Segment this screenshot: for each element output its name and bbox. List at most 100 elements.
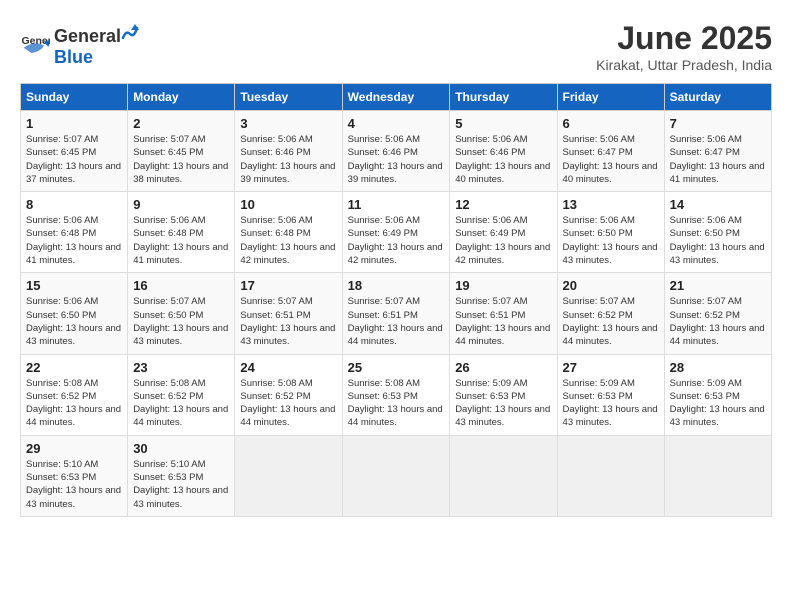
day-info: Sunrise: 5:07 AMSunset: 6:45 PMDaylight:… — [133, 134, 228, 185]
day-number: 16 — [133, 278, 229, 293]
day-info: Sunrise: 5:10 AMSunset: 6:53 PMDaylight:… — [133, 459, 228, 510]
calendar-table: SundayMondayTuesdayWednesdayThursdayFrid… — [20, 83, 772, 517]
day-number: 15 — [26, 278, 122, 293]
day-info: Sunrise: 5:08 AMSunset: 6:52 PMDaylight:… — [240, 378, 335, 429]
day-info: Sunrise: 5:06 AMSunset: 6:50 PMDaylight:… — [26, 296, 121, 347]
day-number: 19 — [455, 278, 551, 293]
day-info: Sunrise: 5:07 AMSunset: 6:52 PMDaylight:… — [670, 296, 765, 347]
day-number: 28 — [670, 360, 766, 375]
day-number: 10 — [240, 197, 336, 212]
day-info: Sunrise: 5:07 AMSunset: 6:52 PMDaylight:… — [563, 296, 658, 347]
calendar-cell: 20 Sunrise: 5:07 AMSunset: 6:52 PMDaylig… — [557, 273, 664, 354]
calendar-cell: 17 Sunrise: 5:07 AMSunset: 6:51 PMDaylig… — [235, 273, 342, 354]
header: General General Blue June 2025 Kirakat, … — [20, 20, 772, 73]
weekday-header-sunday: Sunday — [21, 84, 128, 111]
calendar-cell: 4 Sunrise: 5:06 AMSunset: 6:46 PMDayligh… — [342, 111, 450, 192]
day-number: 23 — [133, 360, 229, 375]
calendar-cell: 13 Sunrise: 5:06 AMSunset: 6:50 PMDaylig… — [557, 192, 664, 273]
location-title: Kirakat, Uttar Pradesh, India — [596, 57, 772, 73]
calendar-cell: 21 Sunrise: 5:07 AMSunset: 6:52 PMDaylig… — [664, 273, 771, 354]
calendar-cell: 24 Sunrise: 5:08 AMSunset: 6:52 PMDaylig… — [235, 354, 342, 435]
day-number: 3 — [240, 116, 336, 131]
day-info: Sunrise: 5:09 AMSunset: 6:53 PMDaylight:… — [670, 378, 765, 429]
calendar-cell: 27 Sunrise: 5:09 AMSunset: 6:53 PMDaylig… — [557, 354, 664, 435]
calendar-cell: 3 Sunrise: 5:06 AMSunset: 6:46 PMDayligh… — [235, 111, 342, 192]
calendar-cell: 9 Sunrise: 5:06 AMSunset: 6:48 PMDayligh… — [128, 192, 235, 273]
day-number: 1 — [26, 116, 122, 131]
day-info: Sunrise: 5:06 AMSunset: 6:47 PMDaylight:… — [563, 134, 658, 185]
calendar-week-row: 22 Sunrise: 5:08 AMSunset: 6:52 PMDaylig… — [21, 354, 772, 435]
calendar-cell: 11 Sunrise: 5:06 AMSunset: 6:49 PMDaylig… — [342, 192, 450, 273]
day-info: Sunrise: 5:06 AMSunset: 6:48 PMDaylight:… — [26, 215, 121, 266]
day-info: Sunrise: 5:06 AMSunset: 6:46 PMDaylight:… — [455, 134, 550, 185]
day-number: 24 — [240, 360, 336, 375]
weekday-header-saturday: Saturday — [664, 84, 771, 111]
day-info: Sunrise: 5:07 AMSunset: 6:51 PMDaylight:… — [348, 296, 443, 347]
day-number: 17 — [240, 278, 336, 293]
calendar-cell: 16 Sunrise: 5:07 AMSunset: 6:50 PMDaylig… — [128, 273, 235, 354]
logo-blue-text: Blue — [54, 47, 93, 67]
day-number: 5 — [455, 116, 551, 131]
day-number: 2 — [133, 116, 229, 131]
day-info: Sunrise: 5:07 AMSunset: 6:45 PMDaylight:… — [26, 134, 121, 185]
day-info: Sunrise: 5:06 AMSunset: 6:49 PMDaylight:… — [455, 215, 550, 266]
day-number: 4 — [348, 116, 445, 131]
calendar-cell: 22 Sunrise: 5:08 AMSunset: 6:52 PMDaylig… — [21, 354, 128, 435]
calendar-cell: 26 Sunrise: 5:09 AMSunset: 6:53 PMDaylig… — [450, 354, 557, 435]
day-info: Sunrise: 5:08 AMSunset: 6:52 PMDaylight:… — [26, 378, 121, 429]
day-number: 21 — [670, 278, 766, 293]
day-info: Sunrise: 5:07 AMSunset: 6:50 PMDaylight:… — [133, 296, 228, 347]
day-info: Sunrise: 5:06 AMSunset: 6:50 PMDaylight:… — [563, 215, 658, 266]
day-number: 14 — [670, 197, 766, 212]
day-info: Sunrise: 5:09 AMSunset: 6:53 PMDaylight:… — [455, 378, 550, 429]
calendar-cell — [342, 435, 450, 516]
day-info: Sunrise: 5:07 AMSunset: 6:51 PMDaylight:… — [240, 296, 335, 347]
day-info: Sunrise: 5:06 AMSunset: 6:49 PMDaylight:… — [348, 215, 443, 266]
day-number: 29 — [26, 441, 122, 456]
weekday-header-friday: Friday — [557, 84, 664, 111]
calendar-cell: 12 Sunrise: 5:06 AMSunset: 6:49 PMDaylig… — [450, 192, 557, 273]
day-number: 11 — [348, 197, 445, 212]
day-number: 18 — [348, 278, 445, 293]
day-info: Sunrise: 5:06 AMSunset: 6:48 PMDaylight:… — [133, 215, 228, 266]
calendar-cell: 30 Sunrise: 5:10 AMSunset: 6:53 PMDaylig… — [128, 435, 235, 516]
calendar-cell: 29 Sunrise: 5:10 AMSunset: 6:53 PMDaylig… — [21, 435, 128, 516]
day-info: Sunrise: 5:10 AMSunset: 6:53 PMDaylight:… — [26, 459, 121, 510]
month-title: June 2025 — [596, 20, 772, 57]
day-number: 9 — [133, 197, 229, 212]
calendar-cell: 23 Sunrise: 5:08 AMSunset: 6:52 PMDaylig… — [128, 354, 235, 435]
weekday-header-monday: Monday — [128, 84, 235, 111]
title-area: June 2025 Kirakat, Uttar Pradesh, India — [596, 20, 772, 73]
day-number: 12 — [455, 197, 551, 212]
day-number: 30 — [133, 441, 229, 456]
calendar-cell: 14 Sunrise: 5:06 AMSunset: 6:50 PMDaylig… — [664, 192, 771, 273]
calendar-cell: 18 Sunrise: 5:07 AMSunset: 6:51 PMDaylig… — [342, 273, 450, 354]
day-number: 27 — [563, 360, 659, 375]
day-info: Sunrise: 5:09 AMSunset: 6:53 PMDaylight:… — [563, 378, 658, 429]
weekday-header-tuesday: Tuesday — [235, 84, 342, 111]
calendar-cell: 1 Sunrise: 5:07 AMSunset: 6:45 PMDayligh… — [21, 111, 128, 192]
calendar-cell — [557, 435, 664, 516]
day-number: 22 — [26, 360, 122, 375]
logo-wave-icon — [121, 20, 139, 42]
day-info: Sunrise: 5:06 AMSunset: 6:47 PMDaylight:… — [670, 134, 765, 185]
calendar-cell: 28 Sunrise: 5:09 AMSunset: 6:53 PMDaylig… — [664, 354, 771, 435]
logo-icon: General — [20, 29, 50, 59]
logo: General General Blue — [20, 20, 139, 68]
calendar-cell — [450, 435, 557, 516]
day-info: Sunrise: 5:06 AMSunset: 6:48 PMDaylight:… — [240, 215, 335, 266]
calendar-cell: 6 Sunrise: 5:06 AMSunset: 6:47 PMDayligh… — [557, 111, 664, 192]
calendar-cell: 8 Sunrise: 5:06 AMSunset: 6:48 PMDayligh… — [21, 192, 128, 273]
calendar-week-row: 15 Sunrise: 5:06 AMSunset: 6:50 PMDaylig… — [21, 273, 772, 354]
calendar-cell: 25 Sunrise: 5:08 AMSunset: 6:53 PMDaylig… — [342, 354, 450, 435]
day-info: Sunrise: 5:06 AMSunset: 6:50 PMDaylight:… — [670, 215, 765, 266]
calendar-week-row: 29 Sunrise: 5:10 AMSunset: 6:53 PMDaylig… — [21, 435, 772, 516]
calendar-cell — [664, 435, 771, 516]
day-info: Sunrise: 5:08 AMSunset: 6:53 PMDaylight:… — [348, 378, 443, 429]
weekday-header-wednesday: Wednesday — [342, 84, 450, 111]
calendar-cell: 10 Sunrise: 5:06 AMSunset: 6:48 PMDaylig… — [235, 192, 342, 273]
day-number: 13 — [563, 197, 659, 212]
day-info: Sunrise: 5:06 AMSunset: 6:46 PMDaylight:… — [348, 134, 443, 185]
calendar-header-row: SundayMondayTuesdayWednesdayThursdayFrid… — [21, 84, 772, 111]
day-number: 7 — [670, 116, 766, 131]
